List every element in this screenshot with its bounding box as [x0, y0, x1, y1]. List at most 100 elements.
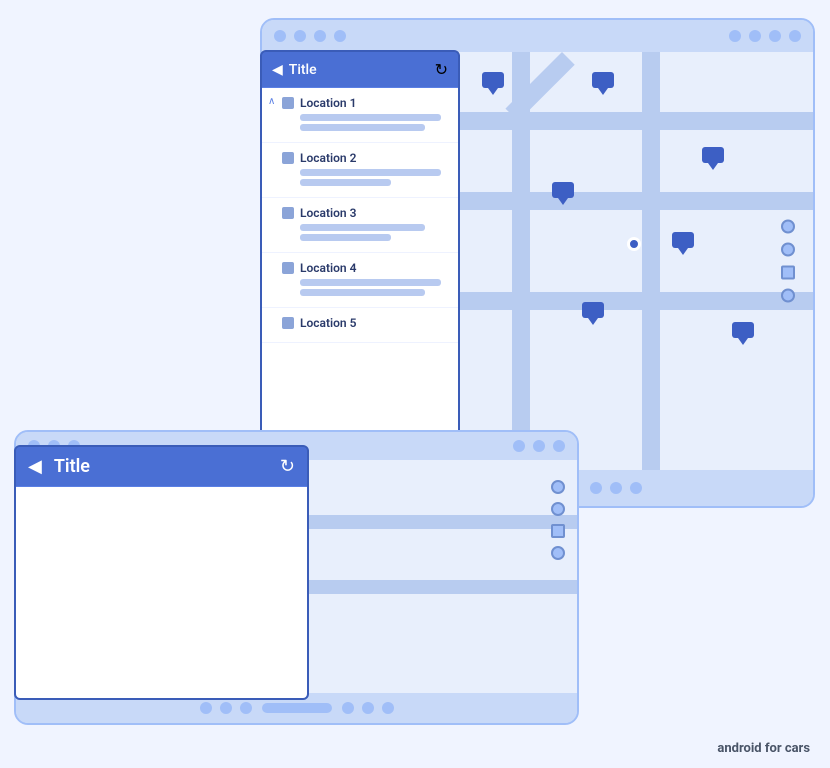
chrome-dot-7 — [769, 30, 781, 42]
pin-box-4 — [552, 182, 574, 198]
pin-box-1 — [482, 72, 504, 88]
chrome-dot-3 — [314, 30, 326, 42]
ctrl-dot-2 — [781, 243, 795, 257]
chrome-dot-2 — [294, 30, 306, 42]
pin-box-6 — [582, 302, 604, 318]
item-title-2: Location 2 — [300, 151, 356, 165]
item-checkbox-1[interactable] — [282, 97, 294, 109]
front-panel-list: ∧ Location 1 Location 2 ∨ Location 3 — [16, 487, 307, 698]
pin-box-5 — [672, 232, 694, 248]
pin-tail-4 — [558, 198, 568, 205]
watermark-brand: android — [717, 741, 761, 756]
item-checkbox-5[interactable] — [282, 317, 294, 329]
item-bar-3a — [300, 224, 425, 231]
back-list-item-2[interactable]: Location 2 — [262, 143, 458, 198]
front-bottom-dot-2 — [220, 702, 232, 714]
item-header-5: Location 5 — [282, 316, 448, 330]
pin-tail-7 — [738, 338, 748, 345]
item-bar-3b — [300, 234, 391, 241]
map-pin-1 — [482, 72, 504, 95]
back-card-right-controls — [781, 220, 795, 303]
item-header-1: Location 1 — [282, 96, 448, 110]
map-pin-3 — [702, 147, 724, 170]
chrome-dot-1 — [274, 30, 286, 42]
front-panel-header: ◀ Title ↻ — [16, 447, 307, 487]
front-ctrl-square-1 — [551, 524, 565, 538]
back-card-chrome — [262, 20, 813, 52]
front-panel-refresh-btn[interactable]: ↻ — [280, 456, 295, 477]
item-bar-4b — [300, 289, 425, 296]
chrome-dot-5 — [729, 30, 741, 42]
bottom-dot-4 — [590, 482, 602, 494]
map-pin-7 — [732, 322, 754, 345]
front-bottom-dot-3 — [240, 702, 252, 714]
bottom-dots-right — [590, 482, 642, 494]
bottom-dot-6 — [630, 482, 642, 494]
item-header-4: Location 4 — [282, 261, 448, 275]
back-list-item-3[interactable]: Location 3 — [262, 198, 458, 253]
front-ctrl-dot-1 — [551, 480, 565, 494]
bottom-dot-5 — [610, 482, 622, 494]
item-bar-1a — [300, 114, 441, 121]
front-side-panel: ◀ Title ↻ ∧ Location 1 Location 2 — [14, 445, 309, 700]
ctrl-dot-1 — [781, 220, 795, 234]
front-chrome-dot-5 — [533, 440, 545, 452]
watermark: android for cars — [717, 741, 810, 756]
collapse-icon-1: ∧ — [268, 96, 275, 107]
front-bottom-pill — [262, 703, 332, 713]
front-ctrl-dot-2 — [551, 502, 565, 516]
back-list-item-1[interactable]: ∧ Location 1 — [262, 88, 458, 143]
chrome-dot-6 — [749, 30, 761, 42]
back-panel-refresh-btn[interactable]: ↻ — [435, 60, 448, 79]
front-bottom-dot-6 — [382, 702, 394, 714]
back-panel-title: Title — [289, 62, 317, 78]
front-panel-back-btn[interactable]: ◀ Title — [28, 456, 90, 477]
pin-box-7 — [732, 322, 754, 338]
item-title-5: Location 5 — [300, 316, 356, 330]
item-title-1: Location 1 — [300, 96, 356, 110]
item-bar-1b — [300, 124, 425, 131]
front-chrome-dots-right — [513, 440, 565, 452]
map-pin-4 — [552, 182, 574, 205]
front-bottom-dot-4 — [342, 702, 354, 714]
pin-tail-2 — [598, 88, 608, 95]
chrome-dot-8 — [789, 30, 801, 42]
item-header-3: Location 3 — [282, 206, 448, 220]
item-bar-2b — [300, 179, 391, 186]
pin-box-2 — [592, 72, 614, 88]
front-panel-title: Title — [54, 456, 90, 477]
back-side-panel: ◀ Title ↻ ∧ Location 1 Location 2 — [260, 50, 460, 440]
chrome-dots-right — [729, 30, 801, 42]
front-chrome-dot-4 — [513, 440, 525, 452]
front-right-controls — [551, 480, 565, 560]
watermark-suffix: for cars — [762, 741, 810, 756]
back-panel-back-btn[interactable]: ◀ Title — [272, 62, 317, 78]
pin-tail-1 — [488, 88, 498, 95]
item-checkbox-4[interactable] — [282, 262, 294, 274]
map-pin-6 — [582, 302, 604, 325]
item-checkbox-3[interactable] — [282, 207, 294, 219]
front-bottom-dot-5 — [362, 702, 374, 714]
pin-tail-5 — [678, 248, 688, 255]
item-bar-2a — [300, 169, 441, 176]
road-v3 — [642, 52, 660, 470]
item-checkbox-2[interactable] — [282, 152, 294, 164]
back-list-item-4[interactable]: Location 4 — [262, 253, 458, 308]
ctrl-dot-3 — [781, 289, 795, 303]
pin-box-3 — [702, 147, 724, 163]
front-bottom-dot-1 — [200, 702, 212, 714]
back-list-item-5[interactable]: Location 5 — [262, 308, 458, 343]
ctrl-square-1 — [781, 266, 795, 280]
front-back-arrow-icon: ◀ — [28, 456, 42, 477]
front-bottom-dots-left — [200, 702, 252, 714]
pin-tail-6 — [588, 318, 598, 325]
back-arrow-icon: ◀ — [272, 62, 283, 78]
map-pin-5 — [672, 232, 694, 255]
map-circle-1 — [627, 237, 641, 251]
item-header-2: Location 2 — [282, 151, 448, 165]
item-title-3: Location 3 — [300, 206, 356, 220]
map-pin-2 — [592, 72, 614, 95]
item-bar-4a — [300, 279, 441, 286]
front-bottom-dots-right — [342, 702, 394, 714]
front-ctrl-dot-3 — [551, 546, 565, 560]
